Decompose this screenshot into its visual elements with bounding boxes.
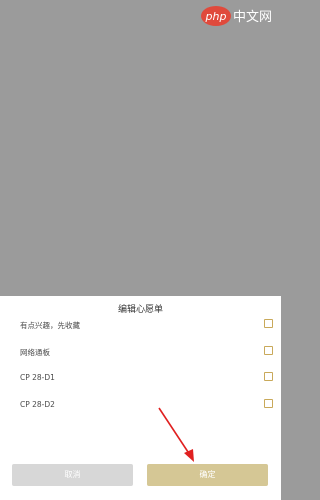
wishlist-option-row[interactable]: 有点兴趣，先收藏	[0, 312, 281, 338]
wishlist-option-label: CP 28-D2	[20, 400, 55, 409]
wishlist-option-checkbox[interactable]	[264, 346, 273, 355]
confirm-button[interactable]: 确定	[147, 464, 268, 486]
dim-overlay[interactable]	[0, 0, 281, 296]
cancel-button[interactable]: 取消	[12, 464, 133, 486]
wishlist-option-row[interactable]: 网络通板	[0, 339, 281, 365]
wishlist-option-label: 有点兴趣，先收藏	[20, 321, 80, 330]
svg-text:php: php	[205, 10, 227, 23]
site-watermark-logo: php 中文网	[200, 2, 276, 32]
wishlist-option-label: CP 28-D1	[20, 373, 55, 382]
wishlist-edit-sheet: 编辑心愿单 有点兴趣，先收藏 网络通板 CP 28-D1 CP 28-D2 取消…	[0, 296, 281, 500]
wishlist-option-checkbox[interactable]	[264, 399, 273, 408]
wishlist-option-row[interactable]: CP 28-D2	[0, 392, 281, 418]
wishlist-option-checkbox[interactable]	[264, 372, 273, 381]
wishlist-option-label: 网络通板	[20, 348, 50, 357]
wishlist-option-checkbox[interactable]	[264, 319, 273, 328]
wishlist-option-row[interactable]: CP 28-D1	[0, 365, 281, 391]
annotation-arrow-icon	[158, 407, 194, 462]
svg-text:中文网: 中文网	[233, 10, 272, 25]
